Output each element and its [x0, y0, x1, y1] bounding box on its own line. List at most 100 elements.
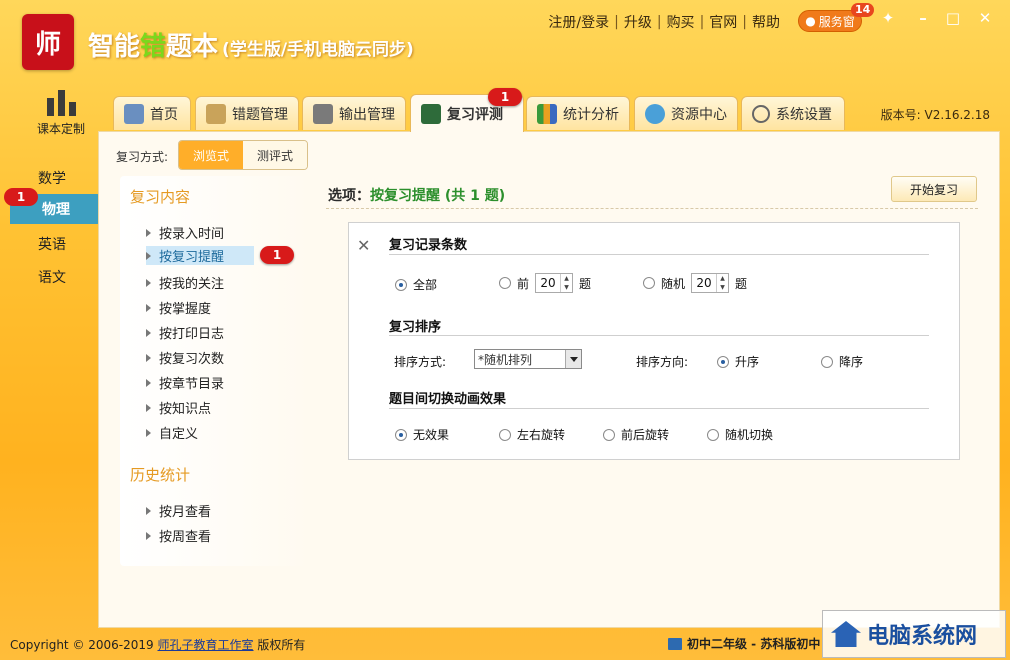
caret-right-icon	[146, 531, 151, 540]
list-item-label: 按复习提醒	[159, 250, 225, 265]
radio-label: 降序	[839, 355, 864, 369]
caret-right-icon	[146, 403, 151, 412]
divider	[389, 254, 929, 255]
caret-right-icon	[146, 251, 151, 260]
tab-label: 统计分析	[563, 106, 619, 123]
close-icon[interactable]: ✕	[974, 8, 996, 28]
anim-none-radio[interactable]: 无效果	[395, 426, 449, 443]
printer-icon	[313, 103, 333, 124]
count-first-radio[interactable]: 前 20 ▲ ▼ 题	[499, 273, 591, 293]
option-prefix: 选项：	[328, 188, 370, 204]
subject-english[interactable]: 英语	[38, 234, 66, 254]
review-content-title: 复习内容	[130, 188, 191, 206]
maximize-icon[interactable]: □	[942, 8, 964, 28]
home-icon	[124, 103, 144, 124]
list-item[interactable]: 自定义	[146, 423, 198, 442]
grade-label: 初中二年级 - 苏科版初中	[687, 637, 821, 651]
app-subtitle: (学生版/手机电脑云同步)	[222, 40, 414, 60]
radio-label: 前	[517, 276, 530, 291]
list-item-label: 按我的关注	[159, 277, 225, 292]
radio-label: 升序	[735, 355, 760, 369]
count-random-radio[interactable]: 随机 20 ▲ ▼ 题	[643, 273, 747, 293]
book-stand-icon	[43, 86, 79, 116]
count-random-stepper[interactable]: 20 ▲ ▼	[691, 273, 730, 293]
cloud-icon	[645, 103, 665, 124]
anim-fb-radio[interactable]: 前后旋转	[603, 426, 669, 443]
sort-mode-select[interactable]: *随机排列	[474, 349, 582, 369]
link-upgrade[interactable]: 升级	[624, 12, 652, 32]
subject-chinese[interactable]: 语文	[38, 267, 66, 287]
skin-icon[interactable]: ✦	[877, 8, 899, 28]
stepper-arrows-icon[interactable]: ▲ ▼	[560, 274, 572, 292]
tab-output-management[interactable]: 输出管理	[302, 96, 406, 130]
blackboard-icon	[421, 103, 441, 124]
sort-asc-radio[interactable]: 升序	[717, 353, 759, 370]
app-title-part1: 智能	[88, 32, 141, 62]
radio-unchecked-icon	[707, 428, 719, 441]
caret-right-icon	[146, 506, 151, 515]
start-review-button[interactable]: 开始复习	[891, 176, 977, 202]
sort-desc-radio[interactable]: 降序	[821, 353, 863, 370]
service-label: 服务窗	[818, 14, 855, 29]
anim-lr-radio[interactable]: 左右旋转	[499, 426, 565, 443]
list-item[interactable]: 按月查看	[146, 501, 211, 520]
footer-copyright: Copyright © 2006-2019 师孔子教育工作室 版权所有	[10, 636, 305, 653]
link-register-login[interactable]: 注册/登录	[548, 12, 609, 32]
history-title: 历史统计	[130, 466, 191, 484]
radio-unchecked-icon	[603, 428, 615, 441]
list-item-label: 自定义	[159, 427, 199, 442]
tab-statistics[interactable]: 统计分析	[526, 96, 630, 130]
list-item[interactable]: 按复习次数	[146, 348, 224, 367]
watermark-text: 电脑系统网	[867, 623, 978, 649]
book-icon	[668, 637, 682, 650]
tab-system-settings[interactable]: 系统设置	[741, 96, 845, 130]
service-badge: 14	[851, 3, 875, 17]
radio-label: 全部	[413, 278, 438, 292]
grade-status[interactable]: 初中二年级 - 苏科版初中	[668, 635, 820, 652]
anim-random-radio[interactable]: 随机切换	[707, 426, 773, 443]
unit-label: 题	[579, 276, 592, 291]
count-first-stepper[interactable]: 20 ▲ ▼	[535, 273, 574, 293]
app-logo: 师	[22, 14, 74, 70]
tab-label: 资源中心	[671, 106, 727, 123]
subject-physics-label: 物理	[42, 202, 70, 218]
subject-badge: 1	[4, 188, 38, 206]
stepper-arrows-icon[interactable]: ▲ ▼	[716, 274, 728, 292]
animation-title: 题目间切换动画效果	[389, 392, 507, 407]
count-all-radio[interactable]: 全部	[395, 276, 437, 293]
list-item[interactable]: 按知识点	[146, 398, 211, 417]
radio-label: 无效果	[413, 428, 450, 442]
link-buy[interactable]: 购买	[667, 12, 695, 32]
brand-link[interactable]: 师孔子教育工作室	[158, 638, 254, 652]
chevron-down-icon[interactable]	[565, 350, 581, 368]
list-item[interactable]: 按章节目录	[146, 373, 224, 392]
caret-right-icon	[146, 303, 151, 312]
list-item[interactable]: 按打印日志	[146, 323, 224, 342]
tab-label: 错题管理	[232, 106, 288, 123]
link-help[interactable]: 帮助	[752, 12, 780, 32]
mode-browse-button[interactable]: 浏览式	[179, 141, 243, 169]
tab-home[interactable]: 首页	[113, 96, 191, 130]
tab-mistake-management[interactable]: 错题管理	[195, 96, 299, 130]
copyright-text: Copyright © 2006-2019	[10, 638, 154, 652]
link-website[interactable]: 官网	[709, 12, 737, 32]
radio-label: 前后旋转	[621, 428, 670, 442]
list-item[interactable]: 按录入时间	[146, 223, 224, 242]
course-customize-button[interactable]: 课本定制	[34, 86, 88, 137]
list-item-selected[interactable]: 按复习提醒	[146, 246, 255, 265]
chat-icon: ●	[805, 14, 816, 28]
tab-label: 复习评测	[447, 106, 503, 123]
review-mode-toggle: 浏览式 测评式	[178, 140, 308, 170]
sort-title: 复习排序	[389, 320, 442, 335]
minimize-icon[interactable]: –	[912, 8, 934, 28]
list-item[interactable]: 按掌握度	[146, 298, 211, 317]
list-item[interactable]: 按周查看	[146, 526, 211, 545]
mode-test-button[interactable]: 测评式	[243, 141, 307, 169]
list-item-label: 按知识点	[159, 402, 212, 417]
list-item-label: 按章节目录	[159, 377, 225, 392]
clipboard-icon	[206, 103, 226, 124]
tab-resource-center[interactable]: 资源中心	[634, 96, 738, 130]
subject-math[interactable]: 数学	[38, 168, 66, 188]
list-item[interactable]: 按我的关注	[146, 273, 224, 292]
separator: |	[656, 14, 662, 30]
